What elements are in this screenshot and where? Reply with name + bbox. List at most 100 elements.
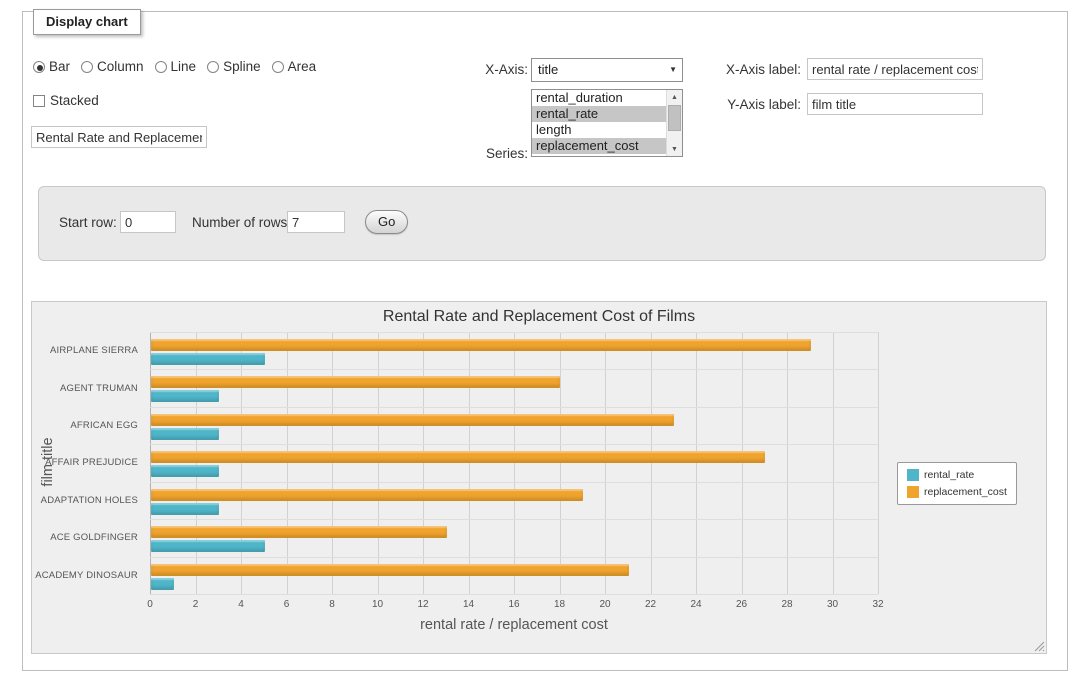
chart-type-radio-spline[interactable]: Spline — [207, 59, 261, 74]
bar-rental_rate[interactable] — [151, 428, 219, 440]
band-gridline — [150, 444, 878, 445]
chart-container: Rental Rate and Replacement Cost of Film… — [31, 301, 1047, 654]
x-tick-label: 14 — [463, 599, 474, 610]
x-tick-label: 24 — [690, 599, 701, 610]
x-tick-label: 20 — [599, 599, 610, 610]
bar-replacement_cost[interactable] — [151, 376, 560, 388]
band-gridline — [150, 519, 878, 520]
bar-rental_rate[interactable] — [151, 465, 219, 477]
category-labels: AIRPLANE SIERRAAGENT TRUMANAFRICAN EGGAF… — [32, 332, 144, 594]
stacked-label: Stacked — [50, 93, 99, 108]
bar-rental_rate[interactable] — [151, 540, 265, 552]
radio-icon — [155, 61, 167, 73]
stacked-checkbox[interactable]: Stacked — [33, 93, 99, 108]
bar-replacement_cost[interactable] — [151, 564, 629, 576]
legend-label: replacement_cost — [924, 486, 1007, 498]
bar-rental_rate[interactable] — [151, 390, 219, 402]
bar-rental_rate[interactable] — [151, 353, 265, 365]
x-axis-select[interactable]: title ▼ — [531, 58, 683, 82]
band-gridline — [150, 557, 878, 558]
legend-swatch — [907, 469, 919, 481]
radio-label: Spline — [223, 59, 261, 74]
radio-label: Area — [288, 59, 317, 74]
band-gridline — [150, 482, 878, 483]
scrollbar-down-icon[interactable]: ▼ — [667, 142, 682, 156]
checkbox-icon — [33, 95, 45, 107]
go-button[interactable]: Go — [365, 210, 408, 234]
series-option-length[interactable]: length — [532, 122, 666, 138]
start-row-input[interactable] — [120, 211, 176, 233]
x-axis-label-label: X-Axis label: — [673, 62, 801, 77]
x-tick-label: 8 — [329, 599, 335, 610]
radio-label: Line — [171, 59, 197, 74]
x-axis-title: rental rate / replacement cost — [150, 617, 878, 633]
legend-swatch — [907, 486, 919, 498]
x-tick-labels: 02468101214161820222426283032 — [150, 599, 878, 613]
x-tick-label: 0 — [147, 599, 153, 610]
bar-rental_rate[interactable] — [151, 578, 174, 590]
bar-rental_rate[interactable] — [151, 503, 219, 515]
bar-replacement_cost[interactable] — [151, 451, 765, 463]
y-axis-label-input[interactable] — [807, 93, 983, 115]
radio-icon — [33, 61, 45, 73]
x-tick-label: 10 — [372, 599, 383, 610]
x-tick-label: 28 — [781, 599, 792, 610]
x-tick-label: 12 — [417, 599, 428, 610]
category-label: AFRICAN EGG — [32, 407, 144, 444]
band-gridline — [150, 332, 878, 333]
series-option-replacement_cost[interactable]: replacement_cost — [532, 138, 666, 154]
chart-title: Rental Rate and Replacement Cost of Film… — [32, 308, 1046, 326]
category-label: ACADEMY DINOSAUR — [32, 557, 144, 594]
category-label: ADAPTATION HOLES — [32, 482, 144, 519]
legend-item-rental_rate[interactable]: rental_rate — [907, 469, 1007, 481]
series-options: rental_durationrental_ratelengthreplacem… — [532, 90, 666, 156]
series-listbox[interactable]: rental_durationrental_ratelengthreplacem… — [531, 89, 683, 157]
number-of-rows-input[interactable] — [287, 211, 345, 233]
category-label: ACE GOLDFINGER — [32, 519, 144, 556]
series-option-rental_duration[interactable]: rental_duration — [532, 90, 666, 106]
fieldset-legend: Display chart — [33, 9, 141, 35]
x-tick-label: 18 — [554, 599, 565, 610]
radio-icon — [207, 61, 219, 73]
band-gridline — [150, 594, 878, 595]
x-tick-label: 16 — [508, 599, 519, 610]
rows-panel: Start row: Number of rows: Go — [38, 186, 1046, 261]
x-axis-label-input[interactable] — [807, 58, 983, 80]
bar-replacement_cost[interactable] — [151, 339, 811, 351]
radio-label: Column — [97, 59, 144, 74]
band-gridline — [150, 407, 878, 408]
band-gridline — [150, 369, 878, 370]
gridline — [150, 332, 151, 594]
start-row-label: Start row: — [59, 215, 117, 230]
bar-replacement_cost[interactable] — [151, 414, 674, 426]
plot-area — [150, 332, 878, 594]
category-label: AFFAIR PREJUDICE — [32, 444, 144, 481]
x-tick-label: 26 — [736, 599, 747, 610]
gridline — [833, 332, 834, 594]
radio-icon — [81, 61, 93, 73]
x-tick-label: 22 — [645, 599, 656, 610]
series-label: Series: — [443, 146, 528, 161]
category-label: AIRPLANE SIERRA — [32, 332, 144, 369]
x-axis-selected-value: title — [538, 62, 558, 77]
x-axis-label: X-Axis: — [443, 62, 528, 77]
number-of-rows-label: Number of rows: — [192, 215, 291, 230]
resize-handle-icon[interactable] — [1033, 640, 1045, 652]
bar-replacement_cost[interactable] — [151, 526, 447, 538]
radio-icon — [272, 61, 284, 73]
chart-type-radio-line[interactable]: Line — [155, 59, 197, 74]
chart-type-radio-area[interactable]: Area — [272, 59, 317, 74]
legend-item-replacement_cost[interactable]: replacement_cost — [907, 486, 1007, 498]
gridline — [878, 332, 879, 594]
x-tick-label: 6 — [284, 599, 290, 610]
chart-type-radio-group: Bar Column Line Spline Area — [33, 59, 327, 74]
chart-title-input[interactable] — [31, 126, 207, 148]
series-option-rental_rate[interactable]: rental_rate — [532, 106, 666, 122]
x-tick-label: 4 — [238, 599, 244, 610]
gridline — [787, 332, 788, 594]
category-label: AGENT TRUMAN — [32, 369, 144, 406]
chart-type-radio-bar[interactable]: Bar — [33, 59, 70, 74]
bar-replacement_cost[interactable] — [151, 489, 583, 501]
x-tick-label: 32 — [872, 599, 883, 610]
chart-type-radio-column[interactable]: Column — [81, 59, 144, 74]
